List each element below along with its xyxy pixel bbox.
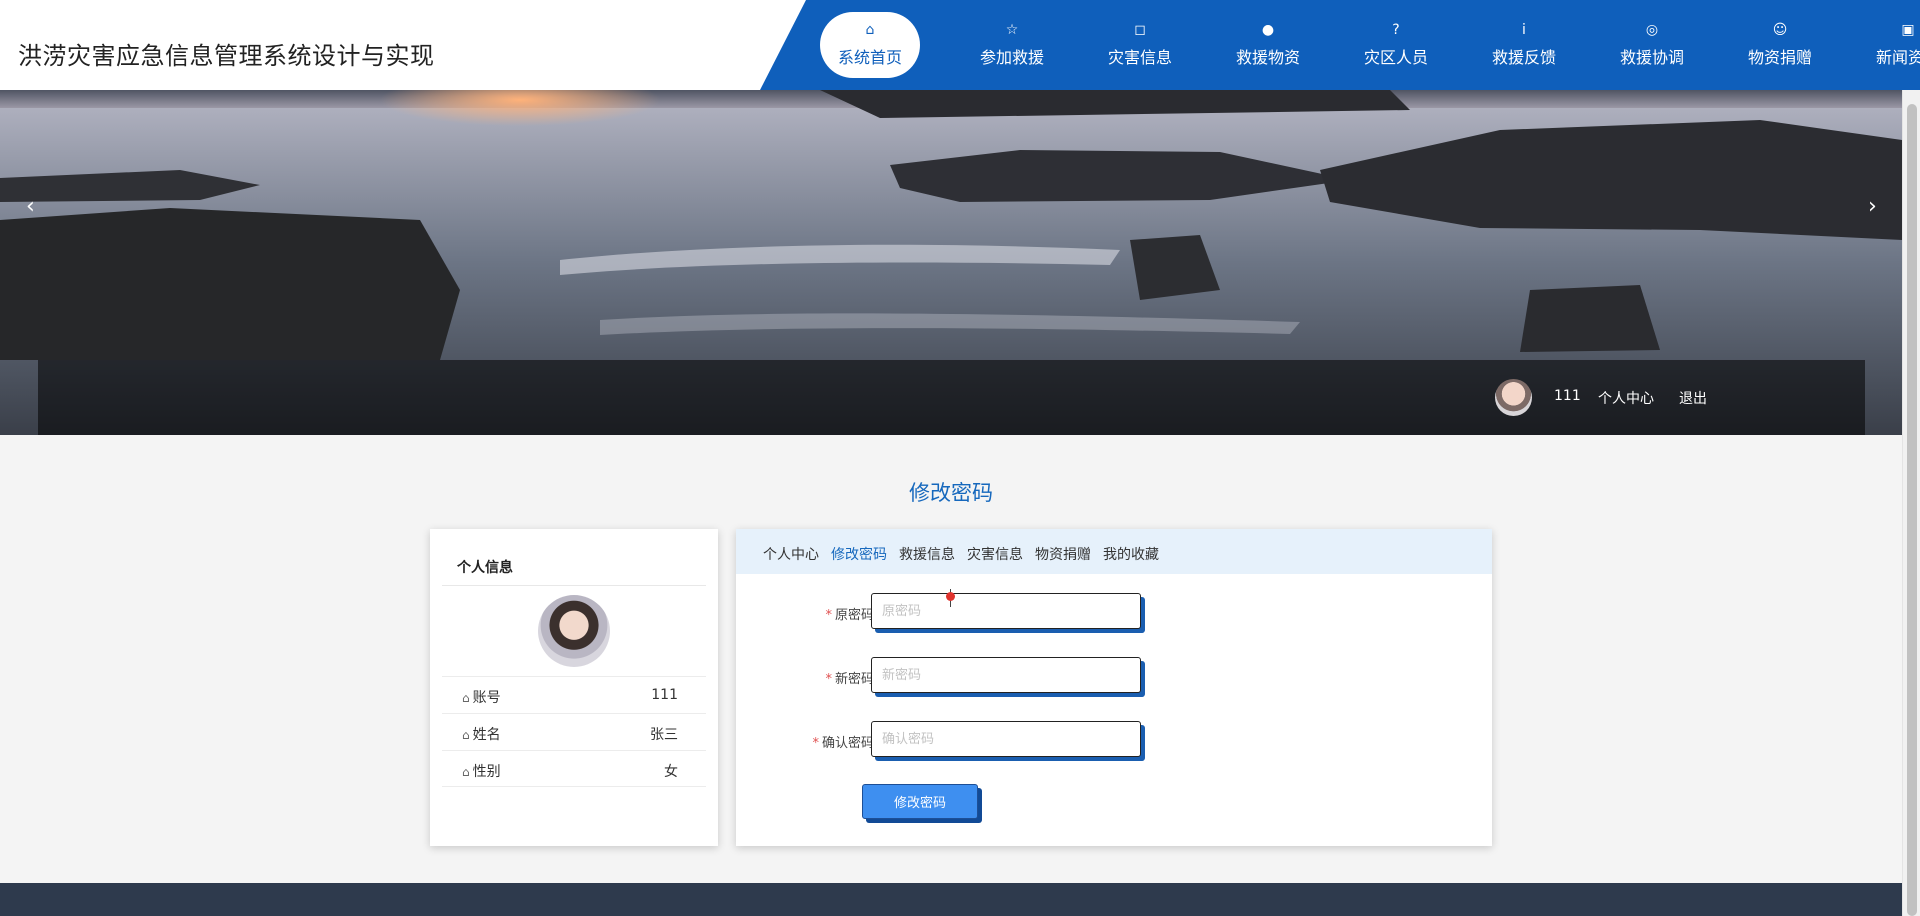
nav-list: ⌂ 系统首页 ☆ 参加救援 ◻ 灾害信息 ● 救援物资? 灾区人员 i 救援反馈 ◎ 救援协调 ☺ 物资捐赠… <box>820 12 1920 78</box>
nav-item-label: 救援物资 <box>1235 48 1300 67</box>
home-icon: ⌂ <box>865 22 875 38</box>
profile-row-gender: ⌂ 性别 女 <box>442 750 706 787</box>
nav-item-label: 系统首页 <box>837 48 902 67</box>
profile-row-account: ⌂ 账号 111 <box>442 676 706 713</box>
nav-item-8[interactable]: ▣ 新闻资讯 <box>1844 12 1920 78</box>
nav-item-label: 灾区人员 <box>1363 48 1428 67</box>
target-icon: ◎ <box>1645 22 1659 38</box>
nav-item-label: 灾害信息 <box>1107 48 1172 67</box>
tab-favorites[interactable]: 我的收藏 <box>1103 544 1159 564</box>
profile-row-value: 女 <box>664 764 678 780</box>
field-label: * 原密码 <box>825 604 874 623</box>
nav-item-label: 救援反馈 <box>1491 48 1556 67</box>
field-label: * 新密码 <box>825 668 874 687</box>
new-password-input[interactable] <box>871 657 1141 693</box>
page-scrollbar[interactable] <box>1902 0 1920 916</box>
cursor-indicator <box>946 592 955 601</box>
field-label-text: 确认密码 <box>821 736 874 751</box>
camera-icon: ▣ <box>1901 22 1915 38</box>
nav-item-0[interactable]: ⌂ 系统首页 <box>820 12 920 78</box>
nav-item-label: 救援协调 <box>1619 48 1684 67</box>
nav-item-label: 参加救援 <box>979 48 1044 67</box>
footer <box>0 883 1902 916</box>
user-center-link[interactable]: 个人中心 <box>1598 388 1654 408</box>
bag-icon: ◻ <box>1134 22 1146 38</box>
field-label: * 确认密码 <box>812 732 874 751</box>
tab-change-password[interactable]: 修改密码 <box>831 544 887 564</box>
change-password-button[interactable]: 修改密码 <box>862 784 978 819</box>
alert-icon: ● <box>1261 22 1275 38</box>
tab-bar: 个人中心 修改密码 救援信息 灾害信息 物资捐赠 我的收藏 <box>736 529 1492 574</box>
password-card: 个人中心 修改密码 救援信息 灾害信息 物资捐赠 我的收藏 * 原密码 * 新密码 … <box>736 529 1492 846</box>
star-icon: ☆ <box>1005 22 1019 38</box>
nav-item-label: 新闻资讯 <box>1875 48 1920 67</box>
profile-row-label: 性别 <box>472 764 501 780</box>
required-mark: * <box>812 736 819 751</box>
required-mark: * <box>825 608 832 623</box>
old-password-input[interactable] <box>871 593 1141 629</box>
tab-donations[interactable]: 物资捐赠 <box>1035 544 1091 564</box>
divider <box>442 585 706 586</box>
tab-personal-center[interactable]: 个人中心 <box>763 544 819 564</box>
profile-row-value: 张三 <box>650 727 678 743</box>
question-icon: ? <box>1392 22 1400 38</box>
tab-disaster-info[interactable]: 灾害信息 <box>967 544 1023 564</box>
nav-item-3[interactable]: ● 救援物资 <box>1204 12 1332 78</box>
profile-row-value: 111 <box>651 687 678 703</box>
nav-item-1[interactable]: ☆ 参加救援 <box>948 12 1076 78</box>
banner-carousel: ‹ › 111 个人中心 退出 <box>0 90 1902 435</box>
profile-card: 个人信息 ⌂ 账号 111 ⌂ 姓名 张三 ⌂ 性别 女 <box>430 529 718 846</box>
smile-icon: ☺ <box>1772 22 1788 38</box>
field-label-text: 原密码 <box>834 608 874 623</box>
profile-row-label: 姓名 <box>472 727 501 743</box>
carousel-prev-button[interactable]: ‹ <box>26 194 35 219</box>
nav-item-6[interactable]: ◎ 救援协调 <box>1588 12 1716 78</box>
carousel-next-button[interactable]: › <box>1868 194 1877 219</box>
header: 洪涝灾害应急信息管理系统设计与实现 ⌂ 系统首页 ☆ 参加救援 ◻ 灾害信息 ● 救援物资? 灾… <box>0 0 1920 90</box>
user-name: 111 <box>1554 388 1581 404</box>
nav-item-2[interactable]: ◻ 灾害信息 <box>1076 12 1204 78</box>
tab-rescue-info[interactable]: 救援信息 <box>899 544 955 564</box>
site-title: 洪涝灾害应急信息管理系统设计与实现 <box>18 42 435 70</box>
main-nav: ⌂ 系统首页 ☆ 参加救援 ◻ 灾害信息 ● 救援物资? 灾区人员 i 救援反馈 ◎ 救援协调 ☺ 物资捐赠… <box>760 0 1920 90</box>
nav-item-7[interactable]: ☺ 物资捐赠 <box>1716 12 1844 78</box>
form-row-new-password: * 新密码 <box>736 657 1492 695</box>
confirm-password-input[interactable] <box>871 721 1141 757</box>
nav-item-4[interactable]: ? 灾区人员 <box>1332 12 1460 78</box>
field-label-text: 新密码 <box>834 672 874 687</box>
user-avatar[interactable] <box>1495 379 1532 416</box>
home-icon: ⌂ <box>462 728 470 742</box>
form-row-confirm-password: * 确认密码 <box>736 721 1492 759</box>
logout-link[interactable]: 退出 <box>1679 388 1707 408</box>
user-bar: 111 个人中心 退出 <box>38 360 1865 435</box>
info-icon: i <box>1522 22 1526 38</box>
home-icon: ⌂ <box>462 691 470 705</box>
nav-item-label: 物资捐赠 <box>1747 48 1812 67</box>
profile-row-label: 账号 <box>472 690 501 706</box>
form-row-old-password: * 原密码 <box>736 593 1492 631</box>
required-mark: * <box>825 672 832 687</box>
profile-row-name: ⌂ 姓名 张三 <box>442 713 706 750</box>
page-title: 修改密码 <box>909 481 993 505</box>
profile-avatar <box>538 595 610 667</box>
profile-card-title: 个人信息 <box>457 560 513 576</box>
nav-item-5[interactable]: i 救援反馈 <box>1460 12 1588 78</box>
home-icon: ⌂ <box>462 765 470 779</box>
scrollbar-thumb[interactable] <box>1907 104 1917 916</box>
